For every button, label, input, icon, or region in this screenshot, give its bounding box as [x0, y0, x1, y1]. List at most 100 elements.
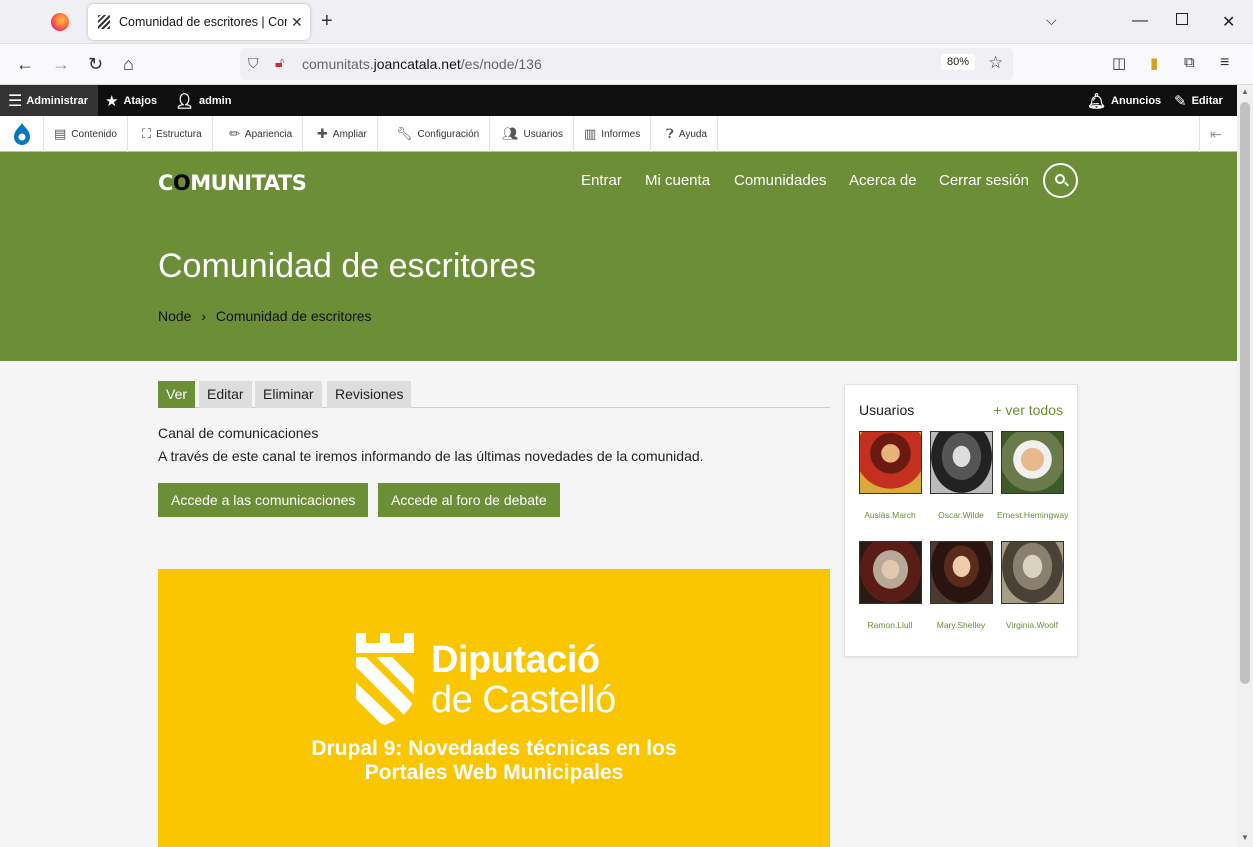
shortcuts-button[interactable]: ★ Atajos	[105, 85, 157, 116]
reload-icon[interactable]: ↻	[88, 54, 103, 75]
site-header: COMUNITATS Entrar Mi cuenta Comunidades …	[0, 152, 1237, 361]
tray-item-reports[interactable]: ▥ Informes	[574, 116, 652, 152]
extensions-puzzle-icon[interactable]: ⧉	[1184, 54, 1195, 71]
scroll-down-icon[interactable]: ▼	[1241, 833, 1249, 842]
user-card[interactable]: Ausiàs.March	[855, 431, 925, 520]
tray-item-extend[interactable]: ✚ Ampliar	[307, 116, 378, 152]
drupal-logo-icon[interactable]	[0, 116, 44, 152]
tray-label: Contenido	[71, 128, 117, 140]
tray-label: Informes	[601, 128, 641, 140]
avatar[interactable]	[929, 431, 993, 494]
zoom-level[interactable]: 80%	[941, 54, 976, 70]
maximize-icon[interactable]	[1176, 13, 1188, 25]
avatar[interactable]	[929, 541, 993, 604]
tab-list-chevron-icon[interactable]: ⌵	[1046, 12, 1057, 29]
user-name[interactable]: Ernest.Hemingway	[997, 510, 1068, 520]
tray-item-help[interactable]: ❓︎ Ayuda	[656, 116, 719, 152]
firefox-icon[interactable]	[51, 13, 69, 31]
shortcuts-label: Atajos	[123, 94, 158, 107]
nav-login[interactable]: Entrar	[581, 172, 622, 189]
tab-title: Comunidad de escritores | Com	[119, 15, 287, 29]
pencil-icon: ✎	[1174, 92, 1187, 110]
breadcrumb: Node › Comunidad de escritores	[158, 308, 372, 324]
user-label: admin	[199, 94, 232, 107]
avatar[interactable]	[858, 431, 922, 494]
diputacio-crest-icon	[356, 633, 414, 725]
user-name[interactable]: Ramon.Llull	[855, 620, 925, 630]
see-all-users-link[interactable]: + ver todos	[993, 402, 1063, 418]
local-tabs: Ver Editar Eliminar Revisiones	[158, 381, 830, 408]
search-button[interactable]	[1043, 163, 1078, 198]
site-favicon-icon	[98, 15, 110, 29]
user-button[interactable]: 👤︎ admin	[175, 85, 231, 116]
tray-item-people[interactable]: 👥︎ Usuarios	[492, 116, 574, 152]
admin-manage-label: Administrar	[26, 94, 89, 107]
forward-icon[interactable]: →	[52, 54, 70, 75]
access-communications-button[interactable]: Accede a las comunicaciones	[158, 483, 369, 517]
tab-revisions[interactable]: Revisiones	[327, 381, 412, 408]
back-icon[interactable]: ←	[16, 54, 34, 75]
tray-label: Configuración	[417, 128, 480, 140]
user-name[interactable]: Virginia.Woolf	[997, 620, 1067, 630]
shield-icon[interactable]: ⛉	[248, 55, 259, 72]
new-tab-icon[interactable]: +	[321, 10, 333, 32]
scrollbar-thumb[interactable]	[1240, 102, 1250, 684]
avatar[interactable]	[1000, 431, 1064, 494]
close-tab-icon[interactable]: ✕	[291, 14, 303, 31]
tray-item-appearance[interactable]: ✏ Apariencia	[219, 116, 304, 152]
breadcrumb-home[interactable]: Node	[158, 308, 191, 324]
admin-tray: ▤ Contenido ⛶ Estructura ✏ Apariencia ✚ Ampl…	[0, 116, 1253, 152]
nav-about[interactable]: Acerca de	[849, 172, 917, 189]
avatar[interactable]	[1000, 541, 1064, 604]
tray-item-configuration[interactable]: 🔧︎ Configuración	[386, 116, 491, 152]
user-card[interactable]: Oscar.Wilde	[926, 431, 996, 520]
tray-label: Ampliar	[332, 128, 367, 140]
edit-mode-button[interactable]: ✎ Editar	[1174, 85, 1223, 116]
nav-logout[interactable]: Cerrar sesión	[939, 172, 1029, 189]
site-logo[interactable]: COMUNITATS	[158, 171, 307, 195]
minimize-icon[interactable]: —	[1132, 12, 1148, 30]
menu-icon[interactable]: ≡	[1220, 54, 1229, 72]
user-name[interactable]: Oscar.Wilde	[926, 510, 996, 520]
tab-view[interactable]: Ver	[158, 381, 196, 408]
browser-tab-active[interactable]: Comunidad de escritores | Com ✕	[88, 4, 310, 40]
user-card[interactable]: Virginia.Woolf	[997, 541, 1067, 630]
user-card[interactable]: Ernest.Hemingway	[997, 431, 1068, 520]
banner-title-line1: Drupal 9: Novedades técnicas en los	[311, 737, 677, 760]
user-card[interactable]: Mary.Shelley	[926, 541, 996, 630]
help-icon: ❓︎	[666, 126, 674, 141]
bookmark-star-icon[interactable]: ☆	[988, 53, 1003, 73]
url-text[interactable]: comunitats.joancatala.net/es/node/136	[302, 56, 542, 72]
star-icon: ★	[105, 92, 119, 110]
tab-delete[interactable]: Eliminar	[255, 381, 322, 408]
admin-toolbar: ☰ Administrar ★ Atajos 👤︎ admin 🔔︎ Anuncios…	[0, 85, 1253, 116]
people-icon: 👥︎	[502, 126, 519, 141]
user-card[interactable]: Ramon.Llull	[855, 541, 925, 630]
browser-tab-strip: Comunidad de escritores | Com ✕ + ⌵ — ✕	[0, 0, 1253, 44]
banner-title: Drupal 9: Novedades técnicas en los Port…	[158, 737, 830, 785]
hamburger-icon: ☰	[8, 92, 23, 110]
nav-communities[interactable]: Comunidades	[734, 172, 827, 189]
collapse-tray-icon[interactable]: ⇤	[1199, 116, 1232, 152]
scroll-up-icon[interactable]: ▲	[1241, 87, 1249, 96]
tray-item-content[interactable]: ▤ Contenido	[44, 116, 128, 152]
user-name[interactable]: Mary.Shelley	[926, 620, 996, 630]
url-bar[interactable]: ⛉ 🔓︎ comunitats.joancatala.net/es/node/1…	[240, 48, 1013, 80]
admin-manage-button[interactable]: ☰ Administrar	[0, 85, 98, 116]
nav-my-account[interactable]: Mi cuenta	[645, 172, 710, 189]
window-close-icon[interactable]: ✕	[1222, 12, 1235, 32]
insecure-lock-icon[interactable]: 🔓︎	[275, 54, 284, 71]
home-icon[interactable]: ⌂	[123, 54, 134, 75]
content-text: A través de este canal te iremos informa…	[158, 448, 704, 464]
tray-label: Ayuda	[678, 128, 708, 140]
extension-icon[interactable]: ▮	[1150, 54, 1158, 72]
document-icon: ▤	[54, 126, 67, 141]
user-name[interactable]: Ausiàs.March	[855, 510, 925, 520]
tray-item-structure[interactable]: ⛶ Estructura	[132, 116, 213, 152]
access-forum-button[interactable]: Accede al foro de debate	[378, 483, 560, 517]
pocket-icon[interactable]: ◫	[1112, 54, 1126, 72]
announcements-button[interactable]: 🔔︎ Anuncios	[1087, 85, 1161, 116]
avatar[interactable]	[858, 541, 922, 604]
tab-edit[interactable]: Editar	[199, 381, 252, 408]
browser-nav-bar: ← → ↻ ⌂ ⛉ 🔓︎ comunitats.joancatala.net/e…	[0, 44, 1253, 85]
